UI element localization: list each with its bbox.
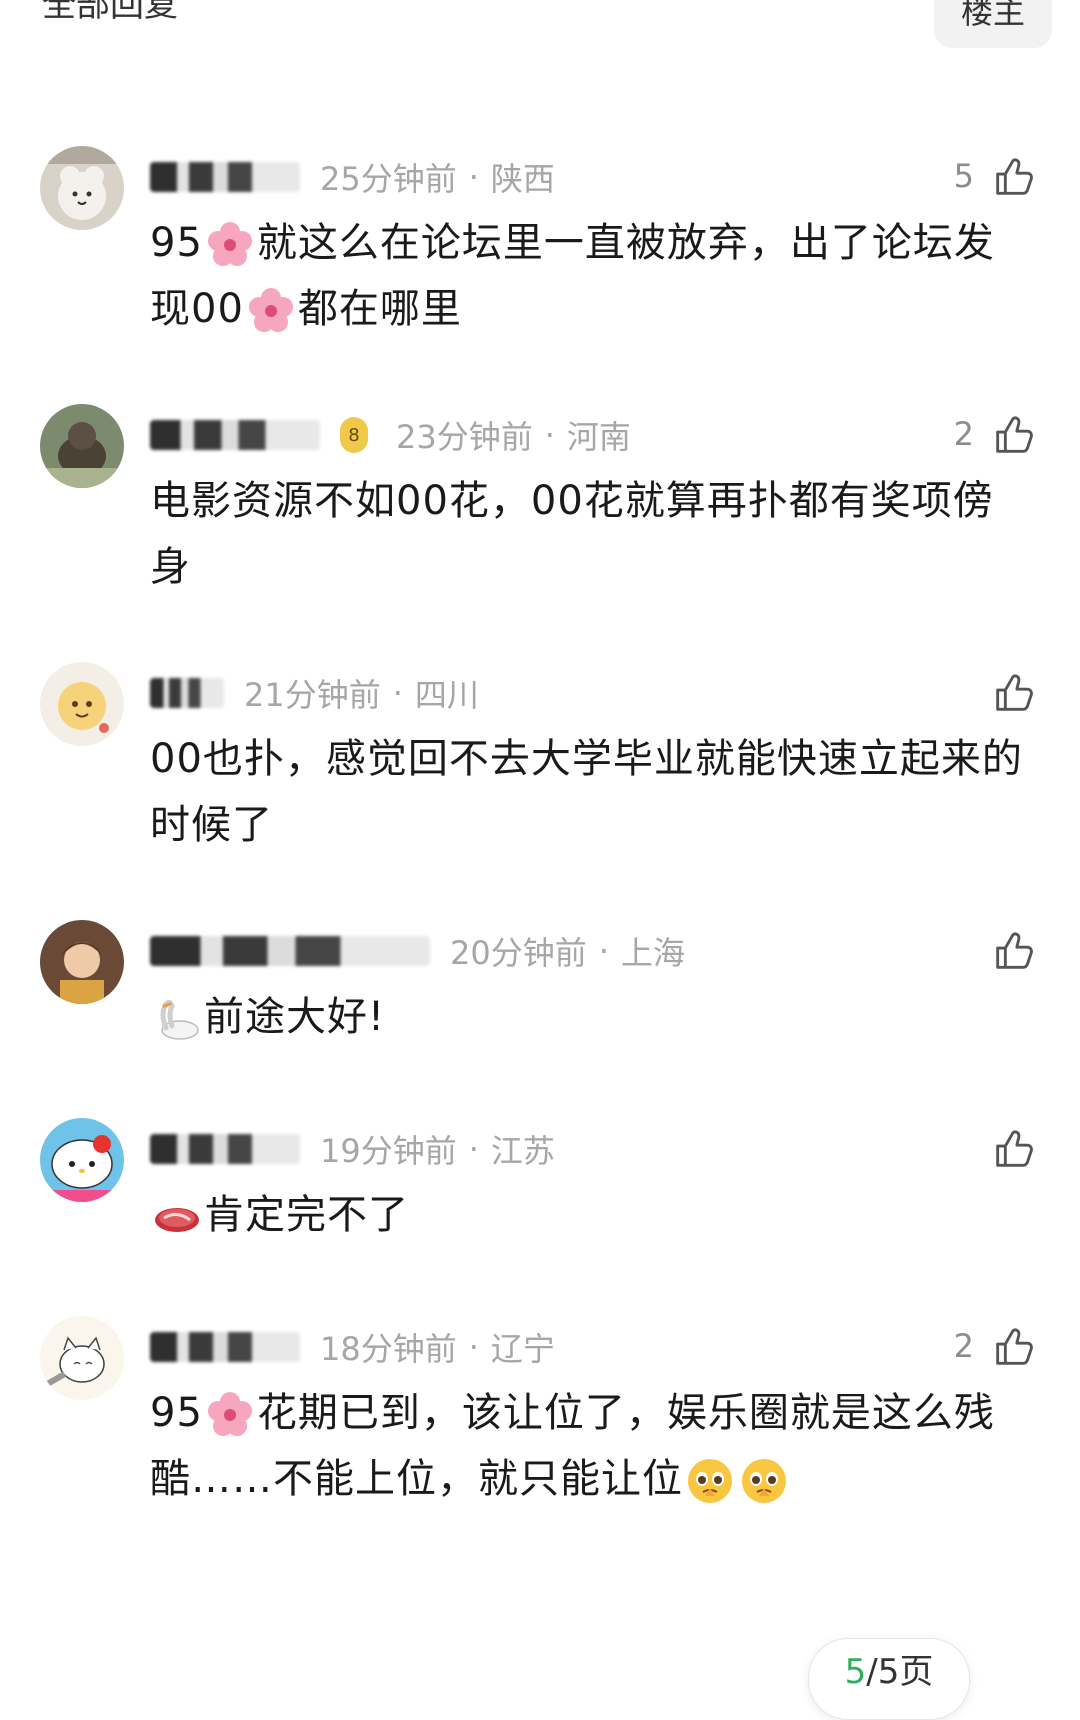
comment-text-part: 花期已到，该让位了，娱乐圈就是这么残酷……不能上位，就只能让位: [150, 1390, 995, 1502]
comment-meta: 21分钟前 · 四川: [150, 668, 479, 718]
cherry-blossom-emoji: [207, 222, 252, 266]
separator-dot: ·: [468, 1328, 479, 1366]
comment-text-part: 肯定完不了: [204, 1192, 409, 1238]
comment-location: 陕西: [490, 160, 555, 198]
comment-meta: 25分钟前 · 陕西: [150, 152, 555, 202]
current-page: 5: [844, 1652, 867, 1692]
thumbs-up-icon: [996, 1328, 1033, 1365]
comment-location: 辽宁: [490, 1330, 555, 1368]
comment-location: 江苏: [490, 1132, 555, 1170]
like-button[interactable]: 5: [954, 146, 1036, 206]
comment-text-part: 95: [150, 220, 203, 266]
comment-text-part: 95: [150, 1390, 203, 1436]
comment-time: 19分钟前: [320, 1132, 457, 1170]
username-redacted[interactable]: [150, 936, 430, 966]
comment-time: 21分钟前: [244, 676, 381, 714]
comment-text: 95 就这么在论坛里一直被放弃，出了论坛发现00 都在哪里: [150, 210, 1030, 342]
username-redacted[interactable]: [150, 678, 224, 708]
comment-text-part: 都在哪里: [297, 286, 462, 332]
avatar[interactable]: [40, 1316, 124, 1400]
like-button[interactable]: 2: [954, 404, 1036, 464]
comment-location: 河南: [566, 418, 631, 456]
comment-item: 21分钟前 · 四川 00也扑，感觉回不去大学毕业就能快速立起来的时候了: [0, 662, 1080, 872]
like-button[interactable]: [974, 662, 1036, 722]
avatar[interactable]: [40, 662, 124, 746]
all-replies-title: 全部回复: [42, 0, 178, 25]
avatar[interactable]: [40, 404, 124, 488]
cherry-blossom-emoji: [207, 1392, 252, 1436]
like-button[interactable]: 2: [954, 1316, 1036, 1376]
comment-time: 18分钟前: [320, 1330, 457, 1368]
comment-text: 电影资源不如00花，00花就算再扑都有奖项傍身: [150, 478, 994, 590]
like-count: 5: [953, 157, 974, 195]
username-redacted[interactable]: [150, 1134, 300, 1164]
comment-text: 00也扑，感觉回不去大学毕业就能快速立起来的时候了: [150, 736, 1023, 848]
avatar[interactable]: [40, 146, 124, 230]
thumbs-up-icon: [996, 1130, 1033, 1167]
comment-item: 8 23分钟前 · 河南 2 电影资源不如00花，00花就算再扑都有奖项傍身: [0, 404, 1080, 614]
separator-dot: ·: [468, 1130, 479, 1168]
cherry-blossom-emoji: [248, 288, 293, 332]
comment-meta: 8 23分钟前 · 河南: [150, 410, 631, 460]
thumbs-up-icon: [996, 416, 1033, 453]
page-indicator[interactable]: 5/5页: [808, 1638, 970, 1720]
reply-header: 全部回复 楼主: [0, 0, 1080, 60]
comment-text-part: 前途大好!: [204, 994, 386, 1040]
thumbs-up-icon: [996, 674, 1033, 711]
comment-text: 95 花期已到，该让位了，娱乐圈就是这么残酷……不能上位，就只能让位: [150, 1380, 1030, 1512]
username-redacted[interactable]: [150, 1332, 300, 1362]
comment-item: 18分钟前 · 辽宁 2 95 花期已到，该让位了，娱乐圈就是这么残酷……不能上…: [0, 1316, 1080, 1546]
comment-text: 肯定完不了: [150, 1182, 1030, 1248]
like-button[interactable]: [974, 1118, 1036, 1178]
comment-time: 23分钟前: [396, 418, 533, 456]
comment-time: 20分钟前: [450, 934, 587, 972]
thumbs-up-icon: [996, 932, 1033, 969]
username-redacted[interactable]: [150, 162, 300, 192]
like-button[interactable]: [974, 920, 1036, 980]
avatar[interactable]: [40, 920, 124, 1004]
op-only-filter-button[interactable]: 楼主: [934, 0, 1052, 48]
comment-meta: 18分钟前 · 辽宁: [150, 1322, 555, 1372]
like-count: 2: [953, 1327, 974, 1365]
comment-item: 25分钟前 · 陕西 5 95 就这么在论坛里一直被放弃，出了论坛发现00 都在…: [0, 146, 1080, 356]
separator-dot: ·: [598, 932, 609, 970]
comment-item: 20分钟前 · 上海 前途大好!: [0, 920, 1080, 1080]
comment-meta: 20分钟前 · 上海: [150, 926, 685, 976]
like-count: 2: [953, 415, 974, 453]
meat-emoji: [155, 1208, 199, 1232]
comment-location: 四川: [414, 676, 479, 714]
thumbs-up-icon: [996, 158, 1033, 195]
avatar[interactable]: [40, 1118, 124, 1202]
username-redacted[interactable]: [150, 420, 320, 450]
comment-item: 19分钟前 · 江苏 肯定完不了: [0, 1118, 1080, 1278]
swan-emoji: [160, 999, 199, 1040]
comment-meta: 19分钟前 · 江苏: [150, 1124, 555, 1174]
comment-time: 25分钟前: [320, 160, 457, 198]
separator-dot: ·: [544, 416, 555, 454]
total-pages: /5页: [866, 1652, 934, 1692]
separator-dot: ·: [468, 158, 479, 196]
pleading-face-emoji: [742, 1459, 786, 1503]
comment-location: 上海: [620, 934, 685, 972]
separator-dot: ·: [392, 674, 403, 712]
medal-badge-icon: 8: [340, 417, 368, 453]
comment-text: 前途大好!: [150, 984, 1030, 1050]
pleading-face-emoji: [688, 1459, 732, 1503]
